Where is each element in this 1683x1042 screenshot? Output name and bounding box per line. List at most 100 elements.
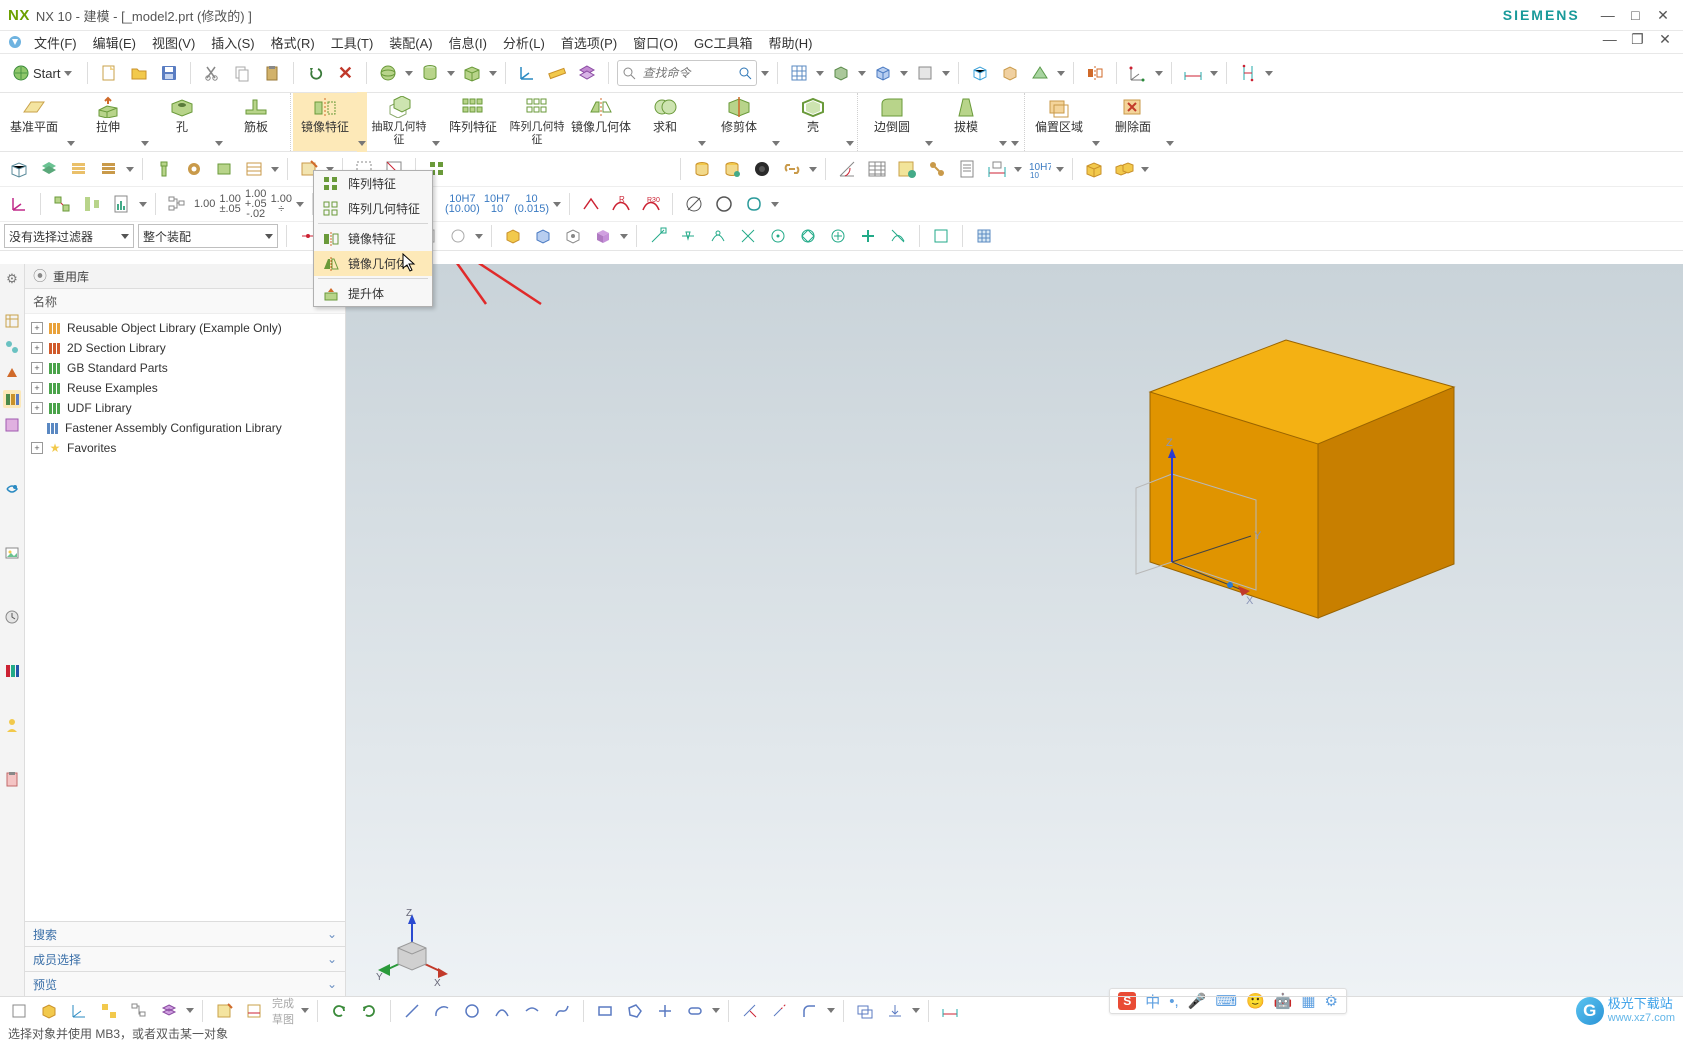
ribbon-trim-body[interactable]: 修剪体 — [707, 93, 771, 151]
roll2-icon[interactable] — [719, 156, 745, 182]
menu-insert[interactable]: 插入(S) — [203, 31, 262, 54]
menu-analysis[interactable]: 分析(L) — [495, 31, 553, 54]
st-poly-icon[interactable] — [622, 998, 648, 1024]
ribbon-datum-plane[interactable]: 基准平面 — [2, 93, 66, 151]
box2-icon[interactable] — [870, 60, 896, 86]
tree-item[interactable]: +Reusable Object Library (Example Only) — [31, 318, 339, 338]
menu-gctoolbox[interactable]: GC工具箱 — [686, 31, 761, 54]
layers-icon[interactable] — [574, 60, 600, 86]
chevron-down-icon[interactable] — [405, 71, 413, 76]
ribbon-hole[interactable]: 孔 — [150, 93, 214, 151]
st-box-icon[interactable] — [6, 998, 32, 1024]
open-icon[interactable] — [126, 60, 152, 86]
snap-ctr-icon[interactable] — [765, 223, 791, 249]
links-icon[interactable] — [924, 156, 950, 182]
report-icon[interactable] — [109, 191, 135, 217]
note-icon[interactable] — [894, 156, 920, 182]
wcs-icon[interactable] — [514, 60, 540, 86]
snap-grid-icon[interactable] — [971, 223, 997, 249]
axis-tool-icon[interactable] — [6, 191, 32, 217]
wireframe-icon[interactable] — [967, 60, 993, 86]
selection-filter-dropdown[interactable]: 没有选择过滤器 — [4, 224, 134, 248]
face-sel-icon[interactable] — [500, 223, 526, 249]
plane-icon[interactable] — [912, 60, 938, 86]
tree-item[interactable]: +Reuse Examples — [31, 378, 339, 398]
menu-assembly[interactable]: 装配(A) — [381, 31, 440, 54]
ribbon-mirror-geom[interactable]: 镜像几何体 — [569, 93, 633, 151]
paste-icon[interactable] — [259, 60, 285, 86]
weld3-icon[interactable]: R30 — [638, 191, 664, 217]
snap-box-icon[interactable] — [928, 223, 954, 249]
st-spline-icon[interactable] — [549, 998, 575, 1024]
maximize-icon[interactable]: □ — [1625, 7, 1645, 23]
st-rect-icon[interactable] — [592, 998, 618, 1024]
st-circle-icon[interactable] — [459, 998, 485, 1024]
gear-icon[interactable] — [181, 156, 207, 182]
doc-icon[interactable] — [954, 156, 980, 182]
stack2-tool-icon[interactable] — [96, 156, 122, 182]
ribbon-pattern-feature[interactable]: 阵列特征 — [441, 93, 505, 151]
doc-restore-icon[interactable]: ❐ — [1627, 31, 1647, 48]
ribbon-extrude[interactable]: 拉伸 — [76, 93, 140, 151]
sphere-icon[interactable] — [375, 60, 401, 86]
snap-exist-icon[interactable] — [825, 223, 851, 249]
bolt-icon[interactable] — [151, 156, 177, 182]
clipboard-tab-icon[interactable] — [3, 770, 21, 788]
st-layers-icon[interactable] — [156, 998, 182, 1024]
dim2-icon[interactable] — [984, 156, 1010, 182]
snap-ctrl-icon[interactable] — [705, 223, 731, 249]
blob-icon[interactable] — [741, 191, 767, 217]
new-icon[interactable] — [96, 60, 122, 86]
tree-item[interactable]: +GB Standard Parts — [31, 358, 339, 378]
ribbon-rib[interactable]: 筋板 — [224, 93, 288, 151]
snap-mid-icon[interactable] — [675, 223, 701, 249]
app-menu-icon[interactable] — [6, 33, 24, 51]
layers-tool-icon[interactable] — [36, 156, 62, 182]
menu-edit[interactable]: 编辑(E) — [85, 31, 144, 54]
navigator-tab-icon[interactable] — [3, 312, 21, 330]
palette-tab-icon[interactable] — [3, 662, 21, 680]
studio-icon[interactable] — [1027, 60, 1053, 86]
st-redo-icon[interactable] — [356, 998, 382, 1024]
circle-slash-icon[interactable] — [681, 191, 707, 217]
menu-view[interactable]: 视图(V) — [144, 31, 203, 54]
st-solid-icon[interactable] — [36, 998, 62, 1024]
undo-icon[interactable] — [302, 60, 328, 86]
ribbon-offset-region[interactable]: 偏置区域 — [1027, 93, 1091, 151]
constraint-tab-icon[interactable] — [3, 364, 21, 382]
st-offset-icon[interactable] — [852, 998, 878, 1024]
library-tab-icon[interactable] — [3, 390, 21, 408]
snap-intr-icon[interactable] — [735, 223, 761, 249]
dd-promote[interactable]: 提升体 — [314, 281, 432, 306]
st-sketch2-icon[interactable] — [241, 998, 267, 1024]
save-icon[interactable] — [156, 60, 182, 86]
menu-file[interactable]: 文件(F) — [26, 31, 85, 54]
ribbon-delete-face[interactable]: 删除面 — [1101, 93, 1165, 151]
tol-big-icon[interactable]: 10H710 — [1026, 156, 1052, 182]
selection-scope-dropdown[interactable]: 整个装配 — [138, 224, 278, 248]
st-line-icon[interactable] — [399, 998, 425, 1024]
tree-item[interactable]: +2D Section Library — [31, 338, 339, 358]
gear-tab-icon[interactable]: ⚙ — [3, 270, 21, 288]
doc-minimize-icon[interactable]: — — [1600, 31, 1620, 47]
search-go-icon[interactable] — [738, 66, 752, 80]
st-tree-icon[interactable] — [126, 998, 152, 1024]
box-icon[interactable] — [459, 60, 485, 86]
box-tool-icon[interactable] — [6, 156, 32, 182]
stack-tool-icon[interactable] — [66, 156, 92, 182]
cylinder-icon[interactable] — [417, 60, 443, 86]
box-yellow-icon[interactable] — [1081, 156, 1107, 182]
st-fillet-icon[interactable] — [797, 998, 823, 1024]
roles-tab-icon[interactable] — [3, 716, 21, 734]
st-dim-icon[interactable] — [937, 998, 963, 1024]
menu-help[interactable]: 帮助(H) — [760, 31, 820, 54]
chevron-down-icon[interactable] — [447, 71, 455, 76]
hd3d-tab-icon[interactable] — [3, 416, 21, 434]
menu-info[interactable]: 信息(I) — [441, 31, 495, 54]
st-project-icon[interactable] — [882, 998, 908, 1024]
panel-section-search[interactable]: 搜索⌄ — [25, 921, 345, 946]
panel-column-header[interactable]: 名称 — [25, 289, 345, 314]
body-sel-icon[interactable] — [530, 223, 556, 249]
menu-window[interactable]: 窗口(O) — [625, 31, 686, 54]
minimize-icon[interactable]: — — [1598, 7, 1618, 23]
